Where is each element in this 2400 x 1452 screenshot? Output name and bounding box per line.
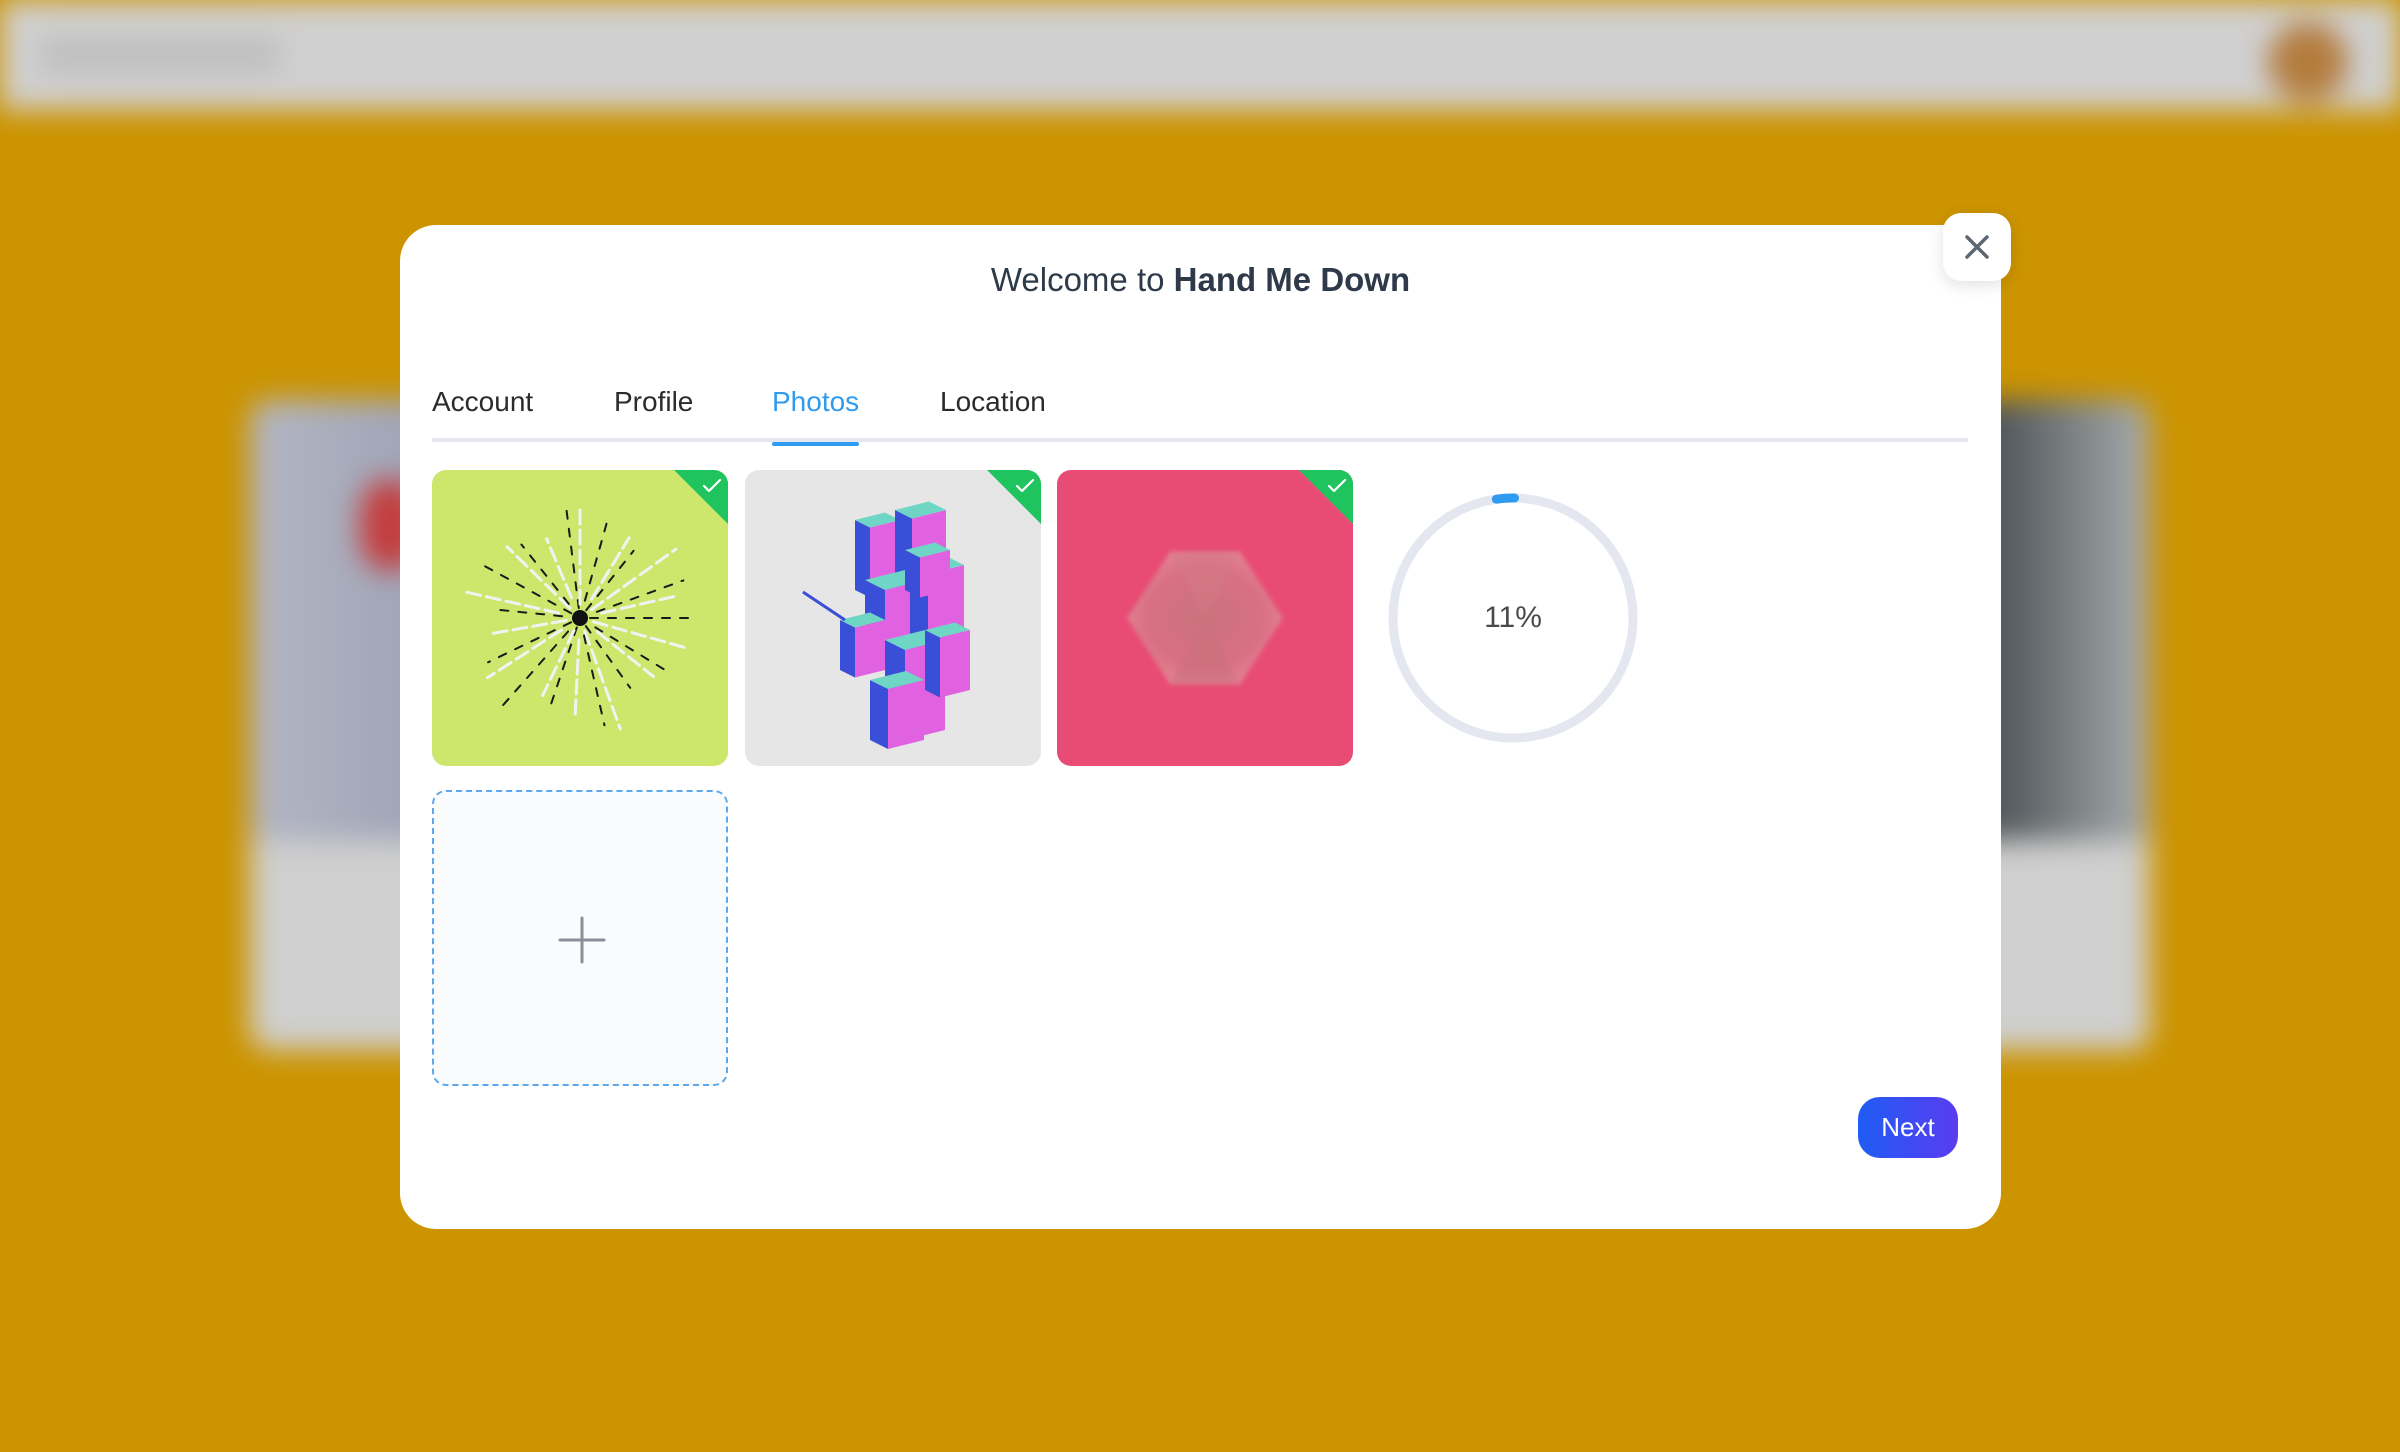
tab-account[interactable]: Account — [432, 382, 533, 442]
checkmark-icon — [1327, 478, 1347, 493]
next-button[interactable]: Next — [1858, 1097, 1958, 1158]
tab-photos[interactable]: Photos — [772, 382, 860, 446]
checkmark-icon — [702, 478, 722, 493]
close-icon — [1965, 235, 1989, 259]
photo-tile[interactable] — [745, 470, 1041, 766]
plus-icon — [558, 916, 606, 964]
checkmark-icon — [1015, 478, 1035, 493]
photo-tile[interactable] — [432, 470, 728, 766]
tab-bar: Account Profile Photos Location — [432, 382, 1968, 446]
progress-label: 11% — [1484, 601, 1542, 634]
starburst-image — [432, 470, 728, 766]
upload-progress: 11% — [1385, 490, 1641, 746]
tab-profile[interactable]: Profile — [614, 382, 693, 442]
photo-tile[interactable] — [1057, 470, 1353, 766]
background-logo — [40, 38, 280, 72]
isometric-blocks-image — [745, 470, 1041, 766]
title-brand: Hand Me Down — [1173, 261, 1411, 298]
tab-location[interactable]: Location — [940, 382, 1046, 442]
background-avatar — [2268, 22, 2348, 102]
pink-hexagon-image — [1057, 470, 1353, 766]
background-header — [0, 0, 2400, 110]
add-photo-button[interactable] — [432, 790, 728, 1086]
title-prefix: Welcome to — [990, 261, 1165, 298]
modal-title: Welcome to Hand Me Down — [400, 261, 2001, 299]
